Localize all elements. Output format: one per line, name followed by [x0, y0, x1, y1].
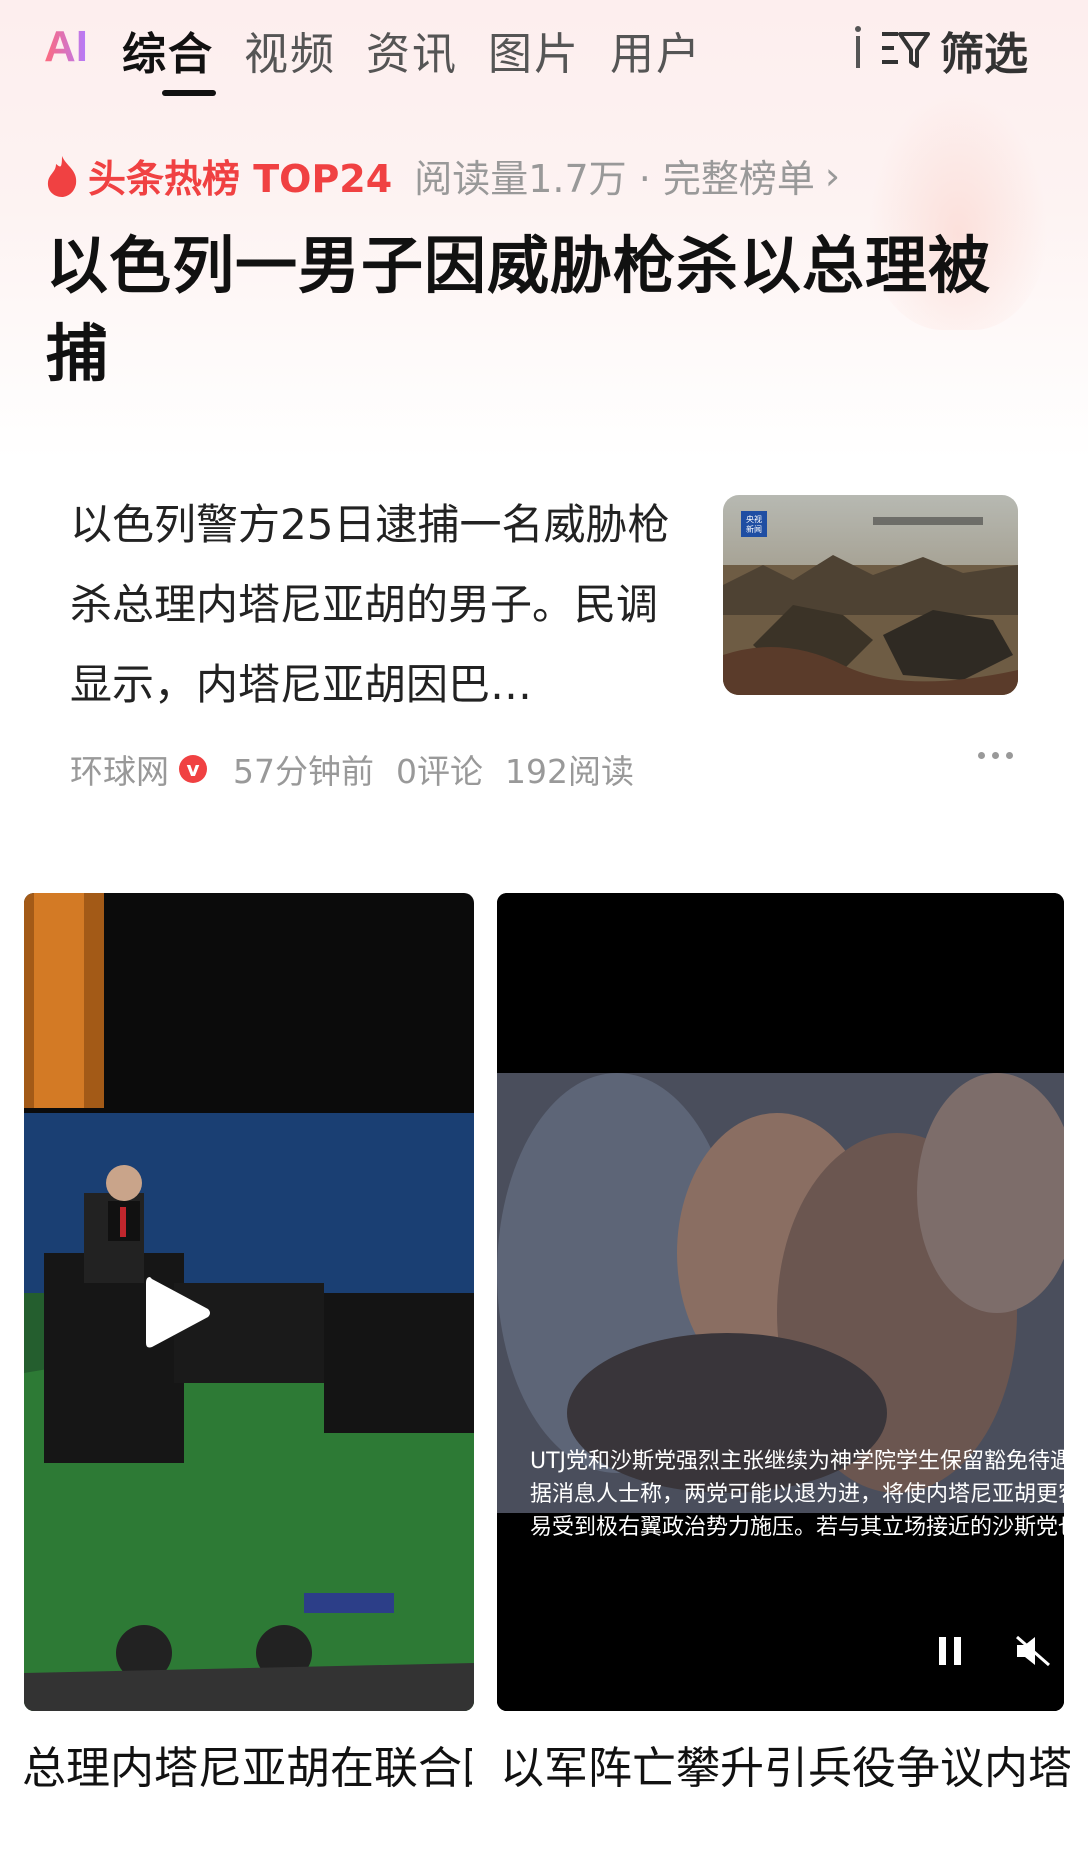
article-thumbnail[interactable]: 央视 新闻: [723, 495, 1018, 695]
video-card-right[interactable]: [497, 893, 1064, 1711]
more-options-icon[interactable]: [978, 752, 1020, 759]
mute-icon[interactable]: [1013, 1633, 1053, 1669]
tab-comprehensive[interactable]: 综合: [122, 18, 214, 82]
article-reads: 192阅读: [505, 752, 634, 791]
video-thumbnail: [24, 893, 474, 1711]
caption-line: 据消息人士称，两党可能以退为进，将使内塔尼亚胡更容: [530, 1482, 1081, 1507]
caption-line: 易受到极右翼政治势力施压。若与其立场接近的沙斯党也: [530, 1515, 1081, 1540]
filter-icon: [882, 32, 930, 68]
caption-line: UTJ党和沙斯党强烈主张继续为神学院学生保留豁免待遇。: [530, 1449, 1088, 1474]
tab-news[interactable]: 资讯: [366, 18, 458, 82]
active-tab-indicator: [162, 90, 216, 96]
thumbnail-image: 央视 新闻: [723, 495, 1018, 695]
page-title[interactable]: 以色列一男子因威胁枪杀以总理被捕: [46, 222, 1006, 398]
hot-list-link[interactable]: 头条热榜 TOP24 阅读量1.7万 · 完整榜单 ›: [44, 148, 840, 203]
svg-text:新闻: 新闻: [746, 524, 762, 534]
video-caption: UTJ党和沙斯党强烈主张继续为神学院学生保留豁免待遇。 据消息人士称，两党可能以…: [530, 1445, 1088, 1544]
filter-label: 筛选: [940, 29, 1028, 80]
article-summary[interactable]: 以色列警方25日逮捕一名威胁枪杀总理内塔尼亚胡的男子。民调显示，内塔尼亚胡因巴…: [70, 485, 680, 725]
video-title-right[interactable]: 以军阵亡攀升引兵役争议内塔尼亚胡政府内乱: [500, 1738, 1070, 1858]
article-meta: 环球网 v 57分钟前 0评论 192阅读: [70, 745, 634, 793]
hot-list-meta: 阅读量1.7万 · 完整榜单: [414, 157, 815, 201]
tab-bar: AI 综合 视频 资讯 图片 用户 筛选: [0, 0, 1088, 110]
more-tabs-indicator: [854, 26, 862, 70]
play-icon[interactable]: [142, 1273, 214, 1353]
ai-tab[interactable]: AI: [44, 22, 88, 72]
tab-users[interactable]: 用户: [610, 18, 702, 82]
svg-text:央视: 央视: [746, 514, 762, 524]
tab-video[interactable]: 视频: [244, 18, 336, 82]
article-comments: 0评论: [396, 752, 483, 791]
video-title-left[interactable]: 总理内塔尼亚胡在联合国大会引发多国官代表离场: [22, 1738, 472, 1858]
hot-list-label: 头条热榜 TOP24: [88, 157, 393, 201]
filter-button[interactable]: 筛选: [880, 18, 1028, 82]
article-time: 57分钟前: [233, 752, 374, 791]
video-card-left[interactable]: [24, 893, 474, 1711]
tab-images[interactable]: 图片: [488, 18, 580, 82]
pause-icon[interactable]: [935, 1633, 965, 1669]
verified-icon: v: [179, 755, 207, 783]
flame-icon: [47, 155, 77, 197]
article-source[interactable]: 环球网: [70, 745, 169, 793]
video-frame: [497, 893, 1064, 1711]
chevron-right-icon: ›: [824, 153, 841, 198]
